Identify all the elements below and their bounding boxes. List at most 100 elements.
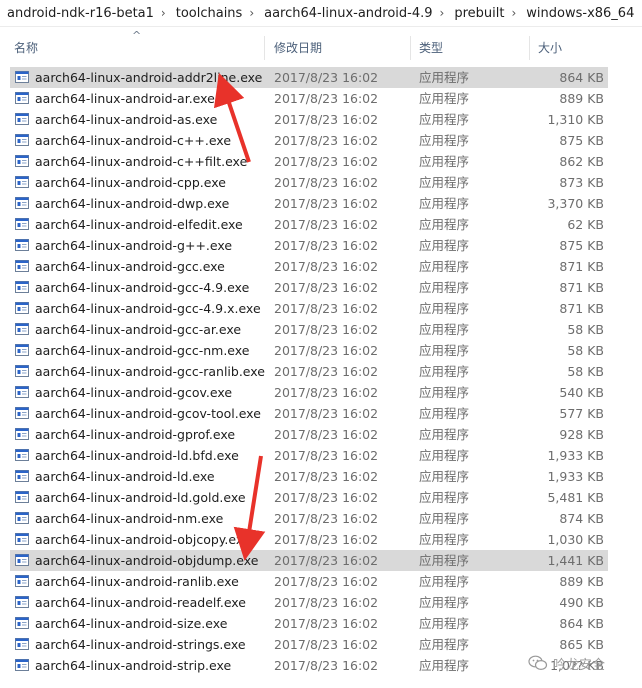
file-row[interactable]: aarch64-linux-android-gcov.exe 2017/8/23 … (0, 382, 642, 403)
file-date: 2017/8/23 16:02 (274, 490, 379, 505)
file-row[interactable]: aarch64-linux-android-ar.exe 2017/8/23 16… (0, 88, 642, 109)
file-name: aarch64-linux-android-objcopy.exe (35, 532, 251, 547)
file-size: 3,370 KB (547, 196, 604, 211)
file-row[interactable]: aarch64-linux-android-gcc-ranlib.exe 2017… (0, 361, 642, 382)
file-type: 应用程序 (419, 364, 470, 379)
file-row[interactable]: aarch64-linux-android-gcov-tool.exe 2017/… (0, 403, 642, 424)
file-date: 2017/8/23 16:02 (274, 616, 379, 631)
file-size: 871 KB (559, 259, 604, 274)
file-date: 2017/8/23 16:02 (274, 574, 379, 589)
file-row[interactable]: aarch64-linux-android-objdump.exe 2017/8/… (0, 550, 642, 571)
file-size: 873 KB (559, 175, 604, 190)
file-row[interactable]: aarch64-linux-android-ld.gold.exe 2017/8/… (0, 487, 642, 508)
file-row[interactable]: aarch64-linux-android-objcopy.exe 2017/8/… (0, 529, 642, 550)
file-type: 应用程序 (419, 259, 470, 274)
file-date: 2017/8/23 16:02 (274, 553, 379, 568)
file-size: 5,481 KB (547, 490, 604, 505)
column-header-type[interactable]: 类型 (412, 36, 530, 60)
chevron-right-icon[interactable]: › (158, 6, 169, 20)
chevron-right-icon[interactable]: › (437, 6, 448, 20)
file-size: 58 KB (567, 343, 604, 358)
breadcrumb-item[interactable]: toolchains (169, 6, 247, 21)
file-row[interactable]: aarch64-linux-android-ld.bfd.exe 2017/8/2… (0, 445, 642, 466)
file-name: aarch64-linux-android-strings.exe (35, 637, 246, 652)
exe-file-icon (15, 638, 29, 650)
file-name: aarch64-linux-android-cpp.exe (35, 175, 226, 190)
file-row[interactable]: aarch64-linux-android-g++.exe 2017/8/23 1… (0, 235, 642, 256)
column-header-size-label: 大小 (538, 41, 563, 55)
file-size: 1,933 KB (547, 469, 604, 484)
file-row[interactable]: aarch64-linux-android-elfedit.exe 2017/8/… (0, 214, 642, 235)
file-row[interactable]: aarch64-linux-android-readelf.exe 2017/8/… (0, 592, 642, 613)
file-row[interactable]: aarch64-linux-android-as.exe 2017/8/23 16… (0, 109, 642, 130)
file-date: 2017/8/23 16:02 (274, 406, 379, 421)
column-header-date[interactable]: 修改日期 (266, 36, 411, 60)
exe-file-icon (15, 470, 29, 482)
column-header-name-label: 名称 (14, 41, 39, 55)
file-row[interactable]: aarch64-linux-android-dwp.exe 2017/8/23 1… (0, 193, 642, 214)
file-size: 58 KB (567, 364, 604, 379)
file-row[interactable]: aarch64-linux-android-size.exe 2017/8/23 … (0, 613, 642, 634)
file-date: 2017/8/23 16:02 (274, 112, 379, 127)
chevron-right-icon[interactable]: › (246, 6, 257, 20)
file-date: 2017/8/23 16:02 (274, 280, 379, 295)
file-type: 应用程序 (419, 238, 470, 253)
file-row[interactable]: aarch64-linux-android-c++.exe 2017/8/23 1… (0, 130, 642, 151)
file-row[interactable]: aarch64-linux-android-gcc-ar.exe 2017/8/2… (0, 319, 642, 340)
watermark-text: 吟龙安全 (553, 657, 606, 673)
file-row[interactable]: aarch64-linux-android-ranlib.exe 2017/8/2… (0, 571, 642, 592)
exe-file-icon (15, 218, 29, 230)
exe-file-icon (15, 176, 29, 188)
file-row[interactable]: aarch64-linux-android-cpp.exe 2017/8/23 1… (0, 172, 642, 193)
file-name: aarch64-linux-android-c++filt.exe (35, 154, 248, 169)
column-header-name[interactable]: ^ 名称 (0, 30, 265, 60)
exe-file-icon (15, 512, 29, 524)
file-type: 应用程序 (419, 616, 470, 631)
file-date: 2017/8/23 16:02 (274, 595, 379, 610)
chevron-right-icon[interactable]: › (638, 6, 642, 20)
breadcrumb-item[interactable]: android-ndk-r16-beta1 (0, 6, 158, 21)
file-name: aarch64-linux-android-as.exe (35, 112, 218, 127)
breadcrumb-item[interactable]: prebuilt (447, 6, 508, 21)
file-row[interactable]: aarch64-linux-android-nm.exe 2017/8/23 16… (0, 508, 642, 529)
file-date: 2017/8/23 16:02 (274, 343, 379, 358)
file-row[interactable]: aarch64-linux-android-addr2line.exe 2017/… (0, 67, 642, 88)
file-name: aarch64-linux-android-addr2line.exe (35, 70, 263, 85)
file-name: aarch64-linux-android-elfedit.exe (35, 217, 243, 232)
exe-file-icon (15, 281, 29, 293)
file-row[interactable]: aarch64-linux-android-gcc-4.9.x.exe 2017/… (0, 298, 642, 319)
file-size: 871 KB (559, 301, 604, 316)
file-row[interactable]: aarch64-linux-android-gcc-nm.exe 2017/8/2… (0, 340, 642, 361)
file-date: 2017/8/23 16:02 (274, 70, 379, 85)
file-type: 应用程序 (419, 532, 470, 547)
file-type: 应用程序 (419, 637, 470, 652)
file-size: 864 KB (559, 616, 604, 631)
file-size: 577 KB (559, 406, 604, 421)
file-row[interactable]: aarch64-linux-android-c++filt.exe 2017/8/… (0, 151, 642, 172)
file-type: 应用程序 (419, 511, 470, 526)
file-date: 2017/8/23 16:02 (274, 238, 379, 253)
file-name: aarch64-linux-android-ld.gold.exe (35, 490, 246, 505)
file-type: 应用程序 (419, 658, 470, 673)
file-name: aarch64-linux-android-dwp.exe (35, 196, 230, 211)
file-type: 应用程序 (419, 70, 470, 85)
file-date: 2017/8/23 16:02 (274, 364, 379, 379)
file-date: 2017/8/23 16:02 (274, 448, 379, 463)
breadcrumb-item[interactable]: windows-x86_64 (519, 6, 638, 21)
file-date: 2017/8/23 16:02 (274, 469, 379, 484)
breadcrumb-item[interactable]: aarch64-linux-android-4.9 (257, 6, 436, 21)
exe-file-icon (15, 92, 29, 104)
file-row[interactable]: aarch64-linux-android-gcc-4.9.exe 2017/8/… (0, 277, 642, 298)
exe-file-icon (15, 155, 29, 167)
chevron-right-icon[interactable]: › (508, 6, 519, 20)
file-name: aarch64-linux-android-c++.exe (35, 133, 232, 148)
column-header-size[interactable]: 大小 (531, 36, 642, 60)
exe-file-icon (15, 260, 29, 272)
file-row[interactable]: aarch64-linux-android-gcc.exe 2017/8/23 1… (0, 256, 642, 277)
file-date: 2017/8/23 16:02 (274, 175, 379, 190)
file-date: 2017/8/23 16:02 (274, 91, 379, 106)
file-row[interactable]: aarch64-linux-android-gprof.exe 2017/8/23… (0, 424, 642, 445)
file-date: 2017/8/23 16:02 (274, 658, 379, 673)
exe-file-icon (15, 596, 29, 608)
file-row[interactable]: aarch64-linux-android-ld.exe 2017/8/23 16… (0, 466, 642, 487)
